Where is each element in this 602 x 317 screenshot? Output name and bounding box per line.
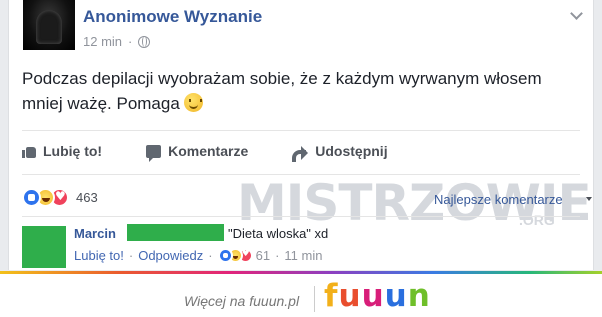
post-meta: 12 min ·	[83, 34, 151, 49]
meta-separator: ·	[208, 248, 213, 263]
logo-letter: u	[384, 278, 408, 314]
caret-down-icon[interactable]	[586, 197, 592, 201]
comment-text: "Dieta wloska" xd	[228, 226, 329, 241]
like-reaction-icon	[22, 188, 41, 207]
commenter-avatar[interactable]	[22, 226, 66, 268]
meta-separator: ·	[128, 34, 133, 49]
share-arrow-icon	[292, 145, 309, 162]
watermark-sub: .ORG	[519, 212, 555, 228]
reactions-summary[interactable]: 463	[22, 188, 98, 207]
post-body: Podczas depilacji wyobrażam sobie, że z …	[22, 66, 562, 116]
meta-separator: ·	[128, 248, 134, 263]
like-reaction-icon	[217, 248, 233, 263]
thumbs-up-icon	[22, 144, 36, 158]
meta-separator: ·	[275, 248, 280, 263]
smile-emoji-icon	[183, 93, 203, 112]
post-actions-bar: Lubię to! Komentarze Udostępnij	[22, 141, 582, 162]
comment-meta: Lubię to! · Odpowiedz · 61 · 11 min	[74, 248, 322, 263]
redacted-surname	[127, 224, 224, 241]
fuuun-logo[interactable]: fuuun	[324, 278, 431, 314]
commenter-name[interactable]: Marcin	[74, 226, 116, 241]
page-avatar[interactable]	[23, 0, 75, 50]
footer: Więcej na fuuun.pl fuuun	[0, 274, 602, 317]
like-label: Lubię to!	[43, 143, 103, 159]
footer-text[interactable]: Więcej na fuuun.pl	[184, 293, 299, 309]
divider	[22, 216, 580, 217]
comment-reaction-count[interactable]: 61	[256, 248, 270, 263]
comment-icon	[146, 144, 162, 162]
logo-letter: n	[407, 278, 431, 314]
hooded-figure-image	[36, 10, 62, 44]
reaction-count: 463	[76, 190, 98, 205]
comment-label: Komentarze	[168, 143, 249, 159]
chevron-down-icon[interactable]	[570, 7, 583, 20]
comment-reply-link[interactable]: Odpowiedz	[138, 248, 203, 263]
divider	[22, 130, 580, 131]
share-label: Udostępnij	[315, 143, 388, 159]
globe-icon[interactable]	[138, 35, 151, 48]
comment-time[interactable]: 11 min	[284, 248, 322, 263]
like-button[interactable]: Lubię to!	[22, 141, 102, 161]
logo-letter: u	[338, 278, 362, 314]
comment-button[interactable]: Komentarze	[146, 141, 249, 162]
share-button[interactable]: Udostępnij	[292, 141, 388, 162]
post-time[interactable]: 12 min	[83, 34, 122, 49]
comment-sort-dropdown[interactable]: Najlepsze komentarze	[434, 192, 563, 207]
comment-like-link[interactable]: Lubię to!	[74, 248, 124, 263]
logo-letter: f	[324, 278, 339, 314]
logo-letter: u	[361, 278, 385, 314]
page-name-link[interactable]: Anonimowe Wyznanie	[83, 7, 262, 27]
footer-separator	[314, 286, 315, 312]
post-text: Podczas depilacji wyobrażam sobie, że z …	[22, 69, 542, 113]
